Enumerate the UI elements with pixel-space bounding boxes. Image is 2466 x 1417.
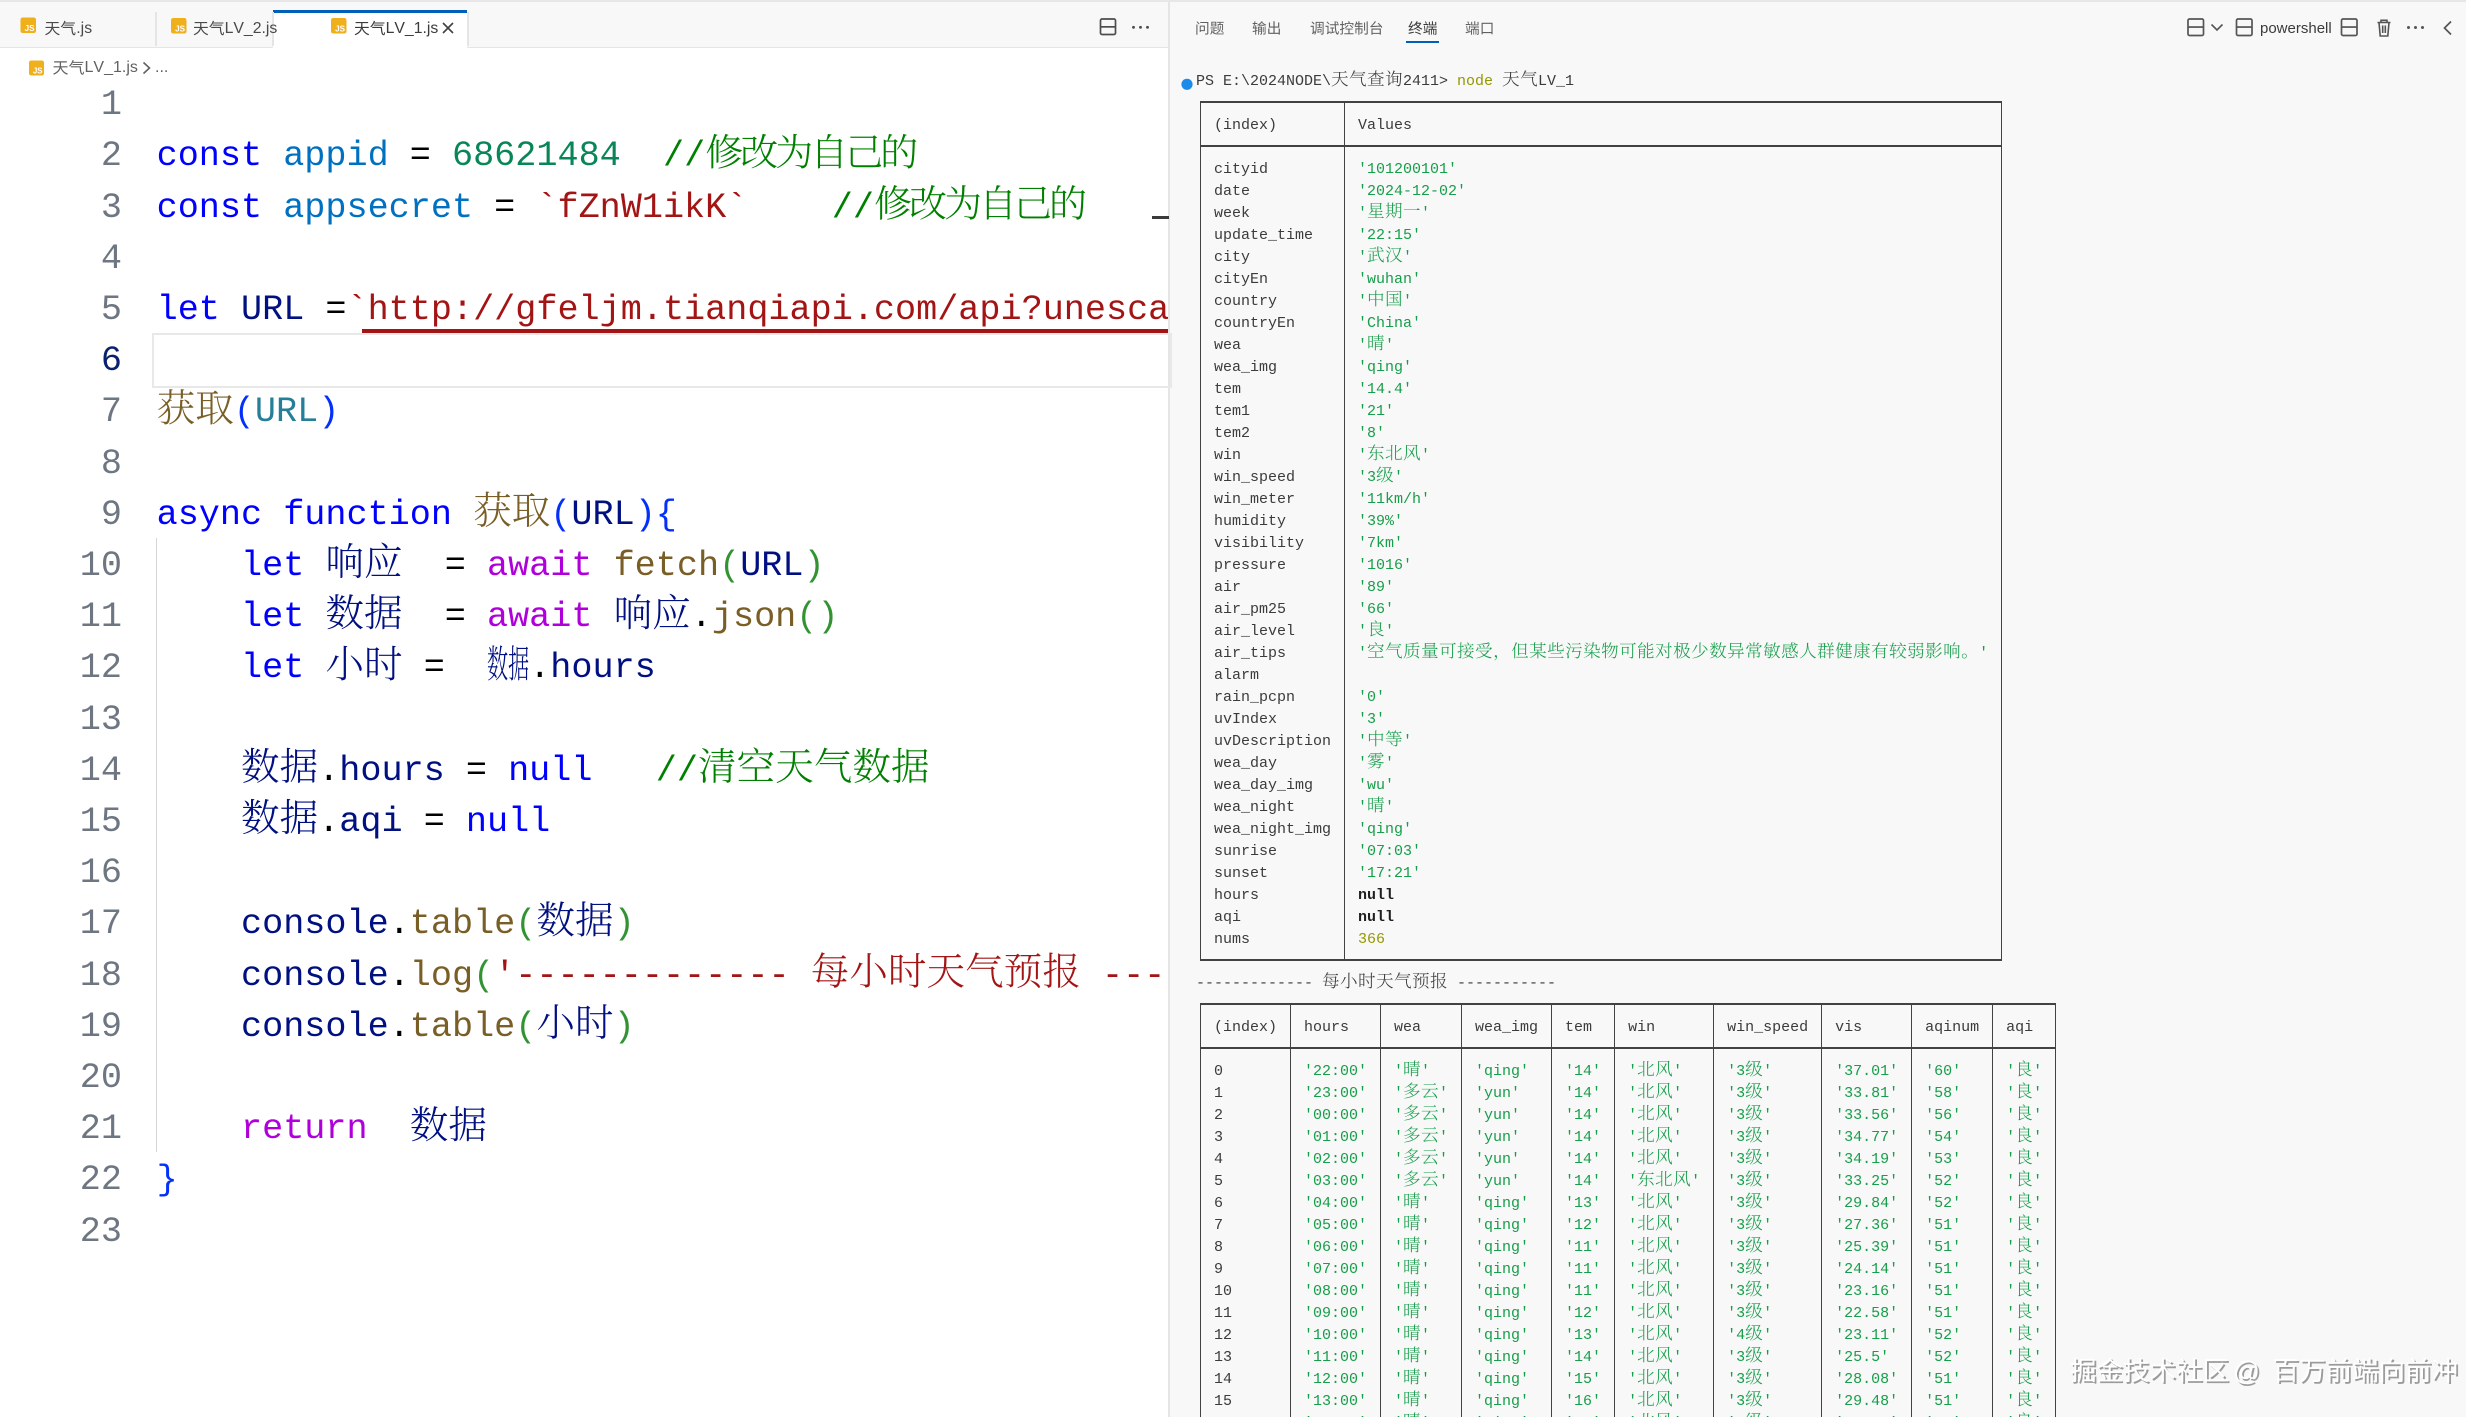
svg-text:JS: JS — [335, 25, 346, 34]
svg-text:JS: JS — [33, 67, 43, 76]
svg-text:JS: JS — [25, 24, 36, 33]
svg-text:JS: JS — [175, 25, 186, 34]
